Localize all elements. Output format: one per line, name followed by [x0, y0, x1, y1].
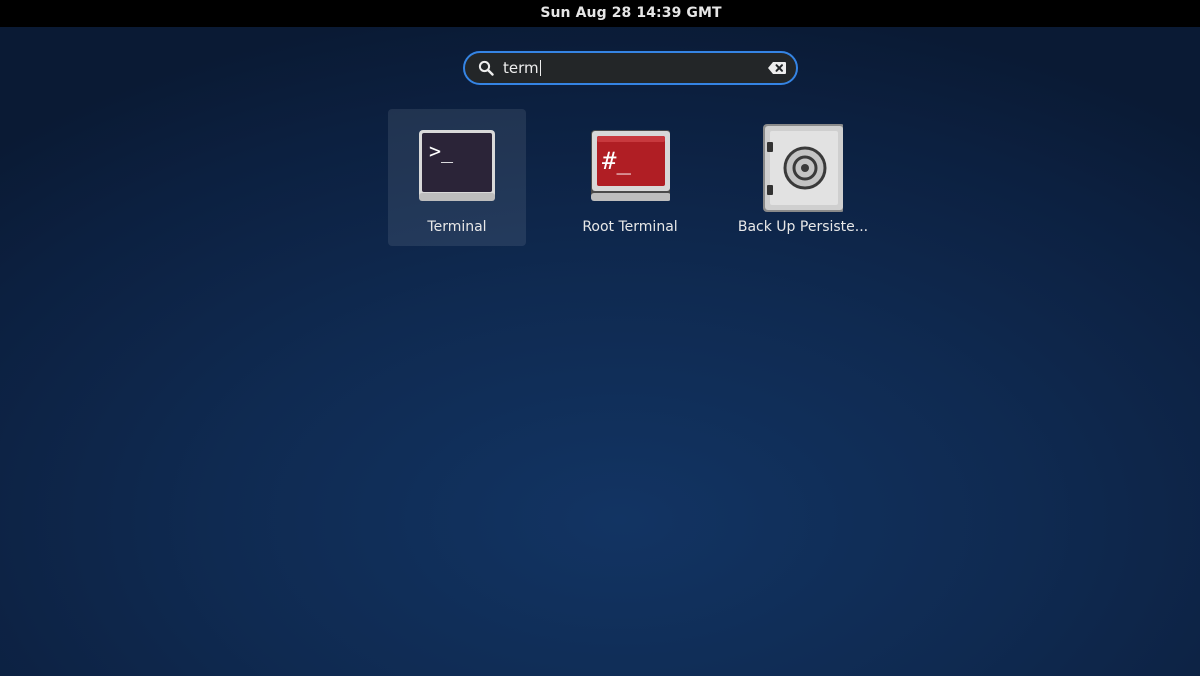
search-entry[interactable]: term — [463, 51, 798, 85]
safe-icon — [763, 124, 843, 212]
search-input[interactable]: term — [503, 53, 753, 83]
result-terminal[interactable]: >_ Terminal — [388, 109, 526, 246]
result-root-terminal[interactable]: #_ Root Terminal — [561, 109, 699, 246]
svg-text:>_: >_ — [429, 139, 454, 163]
root-terminal-icon: #_ — [591, 130, 670, 201]
result-label: Terminal — [427, 219, 487, 235]
search-icon — [478, 60, 494, 76]
result-label: Root Terminal — [582, 219, 678, 235]
svg-text:#_: #_ — [602, 147, 631, 175]
result-label: Back Up Persiste... — [737, 219, 869, 235]
text-caret — [539, 60, 541, 76]
clear-text-icon[interactable] — [767, 61, 787, 75]
result-backup-persistence[interactable]: Back Up Persiste... — [734, 109, 872, 246]
clock[interactable]: Sun Aug 28 14:39 GMT — [0, 0, 1200, 27]
terminal-icon: >_ — [419, 130, 495, 201]
search-input-value: term — [503, 59, 539, 77]
